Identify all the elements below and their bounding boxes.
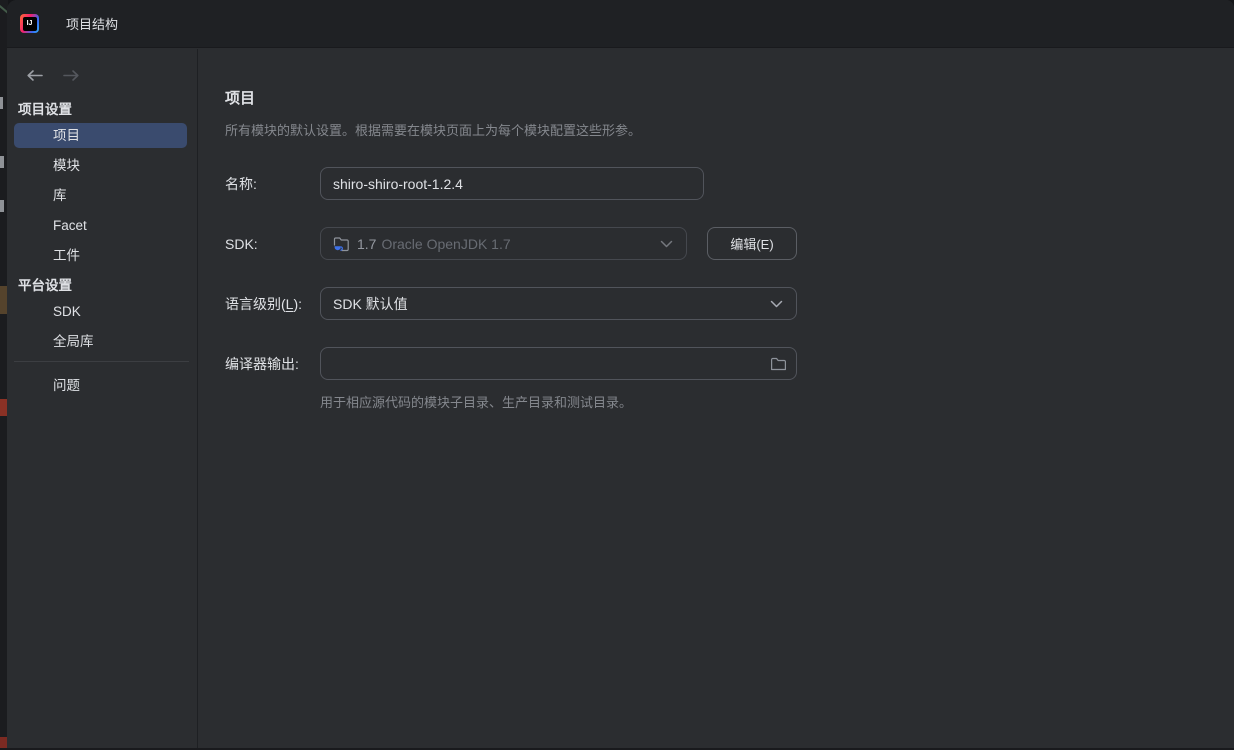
sdk-dropdown[interactable]: 1.7 Oracle OpenJDK 1.7 <box>320 227 687 260</box>
chevron-down-icon <box>660 235 673 253</box>
back-arrow-icon[interactable] <box>23 67 45 85</box>
compiler-output-label: 编译器输出: <box>225 354 320 374</box>
sidebar-group-project-settings: 项目设置 <box>7 97 197 123</box>
project-structure-dialog: IJ 项目结构 项目设置 项目 模块 <box>7 0 1234 748</box>
background-text-fragment <box>0 156 4 168</box>
background-text-fragment <box>0 200 4 212</box>
screen: IJ 项目结构 项目设置 项目 模块 <box>0 0 1234 750</box>
page-description: 所有模块的默认设置。根据需要在模块页面上为每个模块配置这些形参。 <box>225 120 1234 139</box>
sidebar-item-project[interactable]: 项目 <box>14 123 187 148</box>
compiler-output-row: 编译器输出: <box>225 347 1234 380</box>
language-level-value: SDK 默认值 <box>333 294 408 314</box>
forward-arrow-icon[interactable] <box>60 67 82 85</box>
project-name-input[interactable] <box>320 167 704 200</box>
sdk-name: Oracle OpenJDK 1.7 <box>381 236 510 252</box>
sdk-version: 1.7 <box>357 236 376 252</box>
sidebar-item-libraries[interactable]: 库 <box>7 183 197 208</box>
compiler-output-field-wrap <box>320 347 797 380</box>
intellij-logo-text: IJ <box>23 17 37 31</box>
sidebar-item-artifacts[interactable]: 工件 <box>7 243 197 268</box>
sidebar-item-global-libraries[interactable]: 全局库 <box>7 329 197 354</box>
project-form: 名称: SDK: 1.7 Oracl <box>225 167 1234 411</box>
name-row: 名称: <box>225 167 1234 200</box>
sidebar-group-platform-settings: 平台设置 <box>7 273 197 299</box>
language-level-label: 语言级别(L): <box>225 294 320 314</box>
dialog-titlebar: IJ 项目结构 <box>7 0 1234 48</box>
sdk-row: SDK: 1.7 Oracle OpenJDK 1.7 <box>225 227 1234 260</box>
page-title: 项目 <box>225 87 1234 108</box>
dialog-title: 项目结构 <box>66 14 118 33</box>
sidebar-item-sdks[interactable]: SDK <box>7 299 197 324</box>
chevron-down-icon <box>770 295 783 313</box>
sdk-label: SDK: <box>225 236 320 252</box>
settings-sidebar: 项目设置 项目 模块 库 Facet 工件 平台设置 SDK 全局库 问题 <box>7 49 198 748</box>
jdk-icon <box>333 236 350 252</box>
edit-sdk-button[interactable]: 编辑(E) <box>707 227 797 260</box>
language-level-dropdown[interactable]: SDK 默认值 <box>320 287 797 320</box>
sidebar-item-facets[interactable]: Facet <box>7 213 197 238</box>
name-label: 名称: <box>225 174 320 194</box>
history-nav <box>7 49 197 89</box>
sidebar-item-modules[interactable]: 模块 <box>7 153 197 178</box>
compiler-output-input[interactable] <box>320 347 797 380</box>
intellij-logo-icon: IJ <box>20 14 39 33</box>
language-level-row: 语言级别(L): SDK 默认值 <box>225 287 1234 320</box>
project-settings-panel: 项目 所有模块的默认设置。根据需要在模块页面上为每个模块配置这些形参。 名称: … <box>199 49 1234 748</box>
sidebar-item-problems[interactable]: 问题 <box>7 373 197 398</box>
background-color-fragment <box>0 399 7 416</box>
folder-browse-icon[interactable] <box>770 356 787 371</box>
background-color-fragment <box>0 286 7 314</box>
compiler-output-help: 用于相应源代码的模块子目录、生产目录和测试目录。 <box>320 392 1234 411</box>
sidebar-divider <box>14 361 189 362</box>
background-text-fragment <box>0 97 3 109</box>
